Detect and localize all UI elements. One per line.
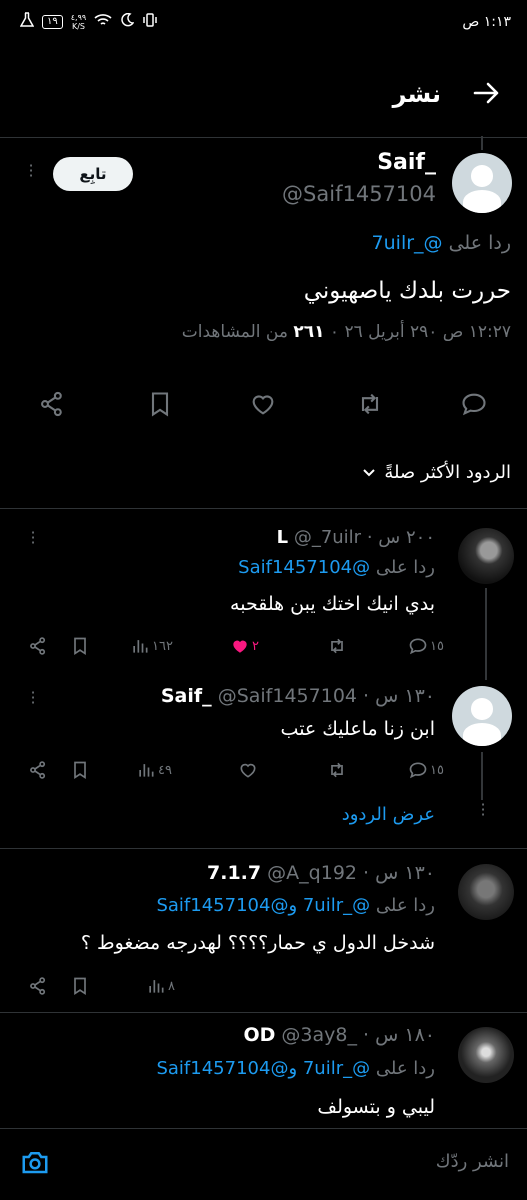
status-icons: ١٩ ٤,٩٩ K/S [19,12,158,31]
vibrate-icon [142,13,158,30]
avatar[interactable] [458,864,514,920]
reply-to-line: ردا على @_7uilr و@Saif1457104 [156,1058,435,1079]
reply-text: ابن زنا ماعليك عتب [280,718,435,740]
reply-header: 7.1.7 @A_q192 · ١٣٠ س [207,862,435,884]
main-tweet-handle[interactable]: @Saif1457104 [282,182,436,206]
main-tweet-views-label: من المشاهدات [181,322,288,342]
thread-line [481,136,483,150]
page-title: نشر [392,80,441,108]
more-options-icon[interactable]: · · · [28,685,38,711]
reply-header: Saif_ @Saif1457104 · ١٣٠ س [160,685,435,707]
moon-icon [120,12,135,30]
retweet-icon[interactable] [327,636,347,656]
reply-to-handles[interactable]: @_7uilr و@Saif1457104 [156,1058,370,1079]
reply-composer: انشر ردّك [0,1128,527,1200]
bookmark-icon[interactable] [146,390,174,418]
reply-actions: ١٥ ٤٩ [0,760,527,782]
main-tweet-display-name[interactable]: Saif_ [377,150,436,175]
sort-dropdown[interactable]: الردود الأكثر صلةً [362,462,511,483]
reply-time: ١٣٠ س [375,685,435,707]
views-icon[interactable]: ٨ [146,976,175,996]
more-options-icon[interactable]: · · · [28,525,38,551]
reply-to-prefix: ردا على [375,1058,435,1079]
avatar[interactable] [458,528,514,584]
status-bar: ١:١٣ ص ١٩ ٤,٩٩ K/S [0,0,527,50]
reply-text: شدخل الدول ي حمار؟؟؟؟ لهدرجه مضغوط ؟ [80,932,435,954]
reply-badge: L [276,527,289,548]
header: نشر [0,50,527,138]
views-icon[interactable]: ٤٩ [136,760,172,780]
like-icon[interactable] [249,390,277,418]
reply-display-name[interactable]: OD [243,1024,275,1046]
chevron-down-icon [362,462,376,483]
show-replies-link[interactable]: عرض الردود [342,804,435,825]
main-tweet-timestamp: ١٢:٢٧ ص ٢٩٠ أبريل ٢٦ ٠ [329,322,511,342]
wifi-icon [94,13,112,30]
avatar[interactable] [458,1027,514,1083]
main-tweet-views-count: ٢٦١ [293,322,325,342]
reply-header: L @_7uilr · ٢٠٠ س [276,527,435,548]
back-arrow-icon[interactable] [471,78,501,108]
reply-handle[interactable]: @Saif1457104 [218,685,357,707]
reply-to-line: ردا على @_7uilr و@Saif1457104 [156,895,435,916]
reply-time: ١٣٠ س [375,862,435,884]
main-tweet-text: حررت بلدك ياصهيوني [303,278,511,304]
avatar[interactable] [452,686,512,746]
reply-icon[interactable]: ١٥ [408,760,444,780]
thread-dots: · · · [480,795,486,824]
camera-icon[interactable] [20,1147,50,1181]
reply-to-prefix: ردا على [375,895,435,916]
reply-to-prefix: ردا على [375,557,435,578]
status-time: ١:١٣ ص [462,14,511,30]
retweet-icon[interactable] [356,390,384,418]
reply-text: ليبي و بتسولف [317,1096,435,1118]
reply-handle[interactable]: @3ay8_ [281,1024,357,1046]
reply-to-handles[interactable]: @_7uilr و@Saif1457104 [156,895,370,916]
reply-handle[interactable]: @A_q192 [267,862,357,884]
reply-to-handle[interactable]: @_7uilr [372,232,443,254]
reply-icon[interactable] [460,390,488,418]
sort-label: الردود الأكثر صلةً [384,462,511,483]
reply-time: ٢٠٠ س [378,527,435,548]
follow-button[interactable]: تابِع [53,157,133,191]
divider [0,848,527,849]
main-tweet-actions [0,390,527,420]
reply-actions: ٨ [0,976,527,998]
share-icon[interactable] [28,760,48,780]
reply-header: OD @3ay8_ · ١٨٠ س [243,1024,435,1046]
reply-to-line: ردا على @Saif1457104 [238,557,435,578]
reply-display-name[interactable]: Saif_ [161,685,212,707]
reply-to-prefix: ردا على [448,232,511,254]
divider [0,1012,527,1013]
reply-input[interactable]: انشر ردّك [436,1151,509,1172]
divider [0,508,527,509]
views-icon[interactable]: ١٦٢ [130,636,173,656]
like-icon[interactable] [238,760,258,780]
net-speed: ٤,٩٩ K/S [70,12,87,31]
battery-icon: ١٩ [42,14,63,29]
reply-actions: ١٥ ٢ ١٦٢ [0,636,527,658]
reply-handle[interactable]: @_7uilr [294,527,361,548]
reply-display-name[interactable]: 7.1.7 [207,862,261,884]
bookmark-icon[interactable] [70,976,90,996]
share-icon[interactable] [28,976,48,996]
thread-line [485,588,487,680]
reply-time: ١٨٠ س [375,1024,435,1046]
avatar[interactable] [452,153,512,213]
more-options-icon[interactable]: · · · [26,158,36,184]
reply-to-line: ردا على @_7uilr [372,232,511,254]
reply-text: بدي انيك اختك يبن هلقحبه [230,593,435,615]
bookmark-icon[interactable] [70,636,90,656]
retweet-icon[interactable] [327,760,347,780]
main-tweet-meta: ١٢:٢٧ ص ٢٩٠ أبريل ٢٦ ٠ ٢٦١ من المشاهدات [182,322,511,342]
reply-to-handle[interactable]: @Saif1457104 [238,557,370,578]
bookmark-icon[interactable] [70,760,90,780]
share-icon[interactable] [38,390,66,418]
flask-icon [19,12,35,31]
like-icon[interactable]: ٢ [230,636,259,656]
reply-icon[interactable]: ١٥ [408,636,444,656]
share-icon[interactable] [28,636,48,656]
